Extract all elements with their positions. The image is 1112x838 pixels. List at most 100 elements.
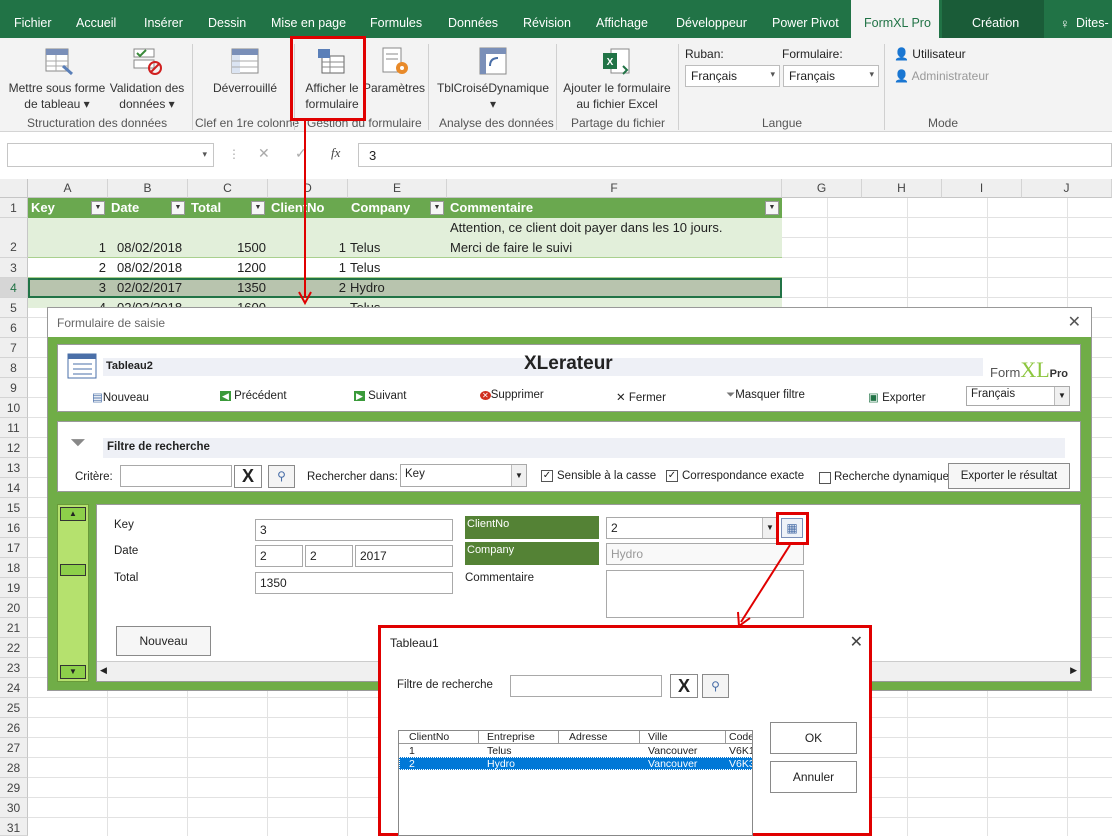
form-language-select[interactable]: Français ▾ — [783, 65, 879, 87]
clear-criteria-button[interactable]: X — [234, 465, 262, 488]
ribbon-language-select[interactable]: Français ▾ — [685, 65, 780, 87]
key-cell[interactable]: 2 — [28, 260, 106, 275]
tab-inserer[interactable]: Insérer — [144, 0, 183, 38]
tab-affichage[interactable]: Affichage — [596, 0, 648, 38]
row-header[interactable]: 5 — [0, 298, 28, 318]
column-header[interactable]: B — [108, 179, 188, 198]
column-header[interactable]: E — [348, 179, 447, 198]
tab-fichier[interactable]: Fichier — [14, 0, 52, 38]
tab-donnees[interactable]: Données — [448, 0, 498, 38]
column-header[interactable]: J — [1022, 179, 1112, 198]
scroll-left-icon[interactable]: ◀ — [100, 665, 107, 676]
tab-power-pivot[interactable]: Power Pivot — [772, 0, 839, 38]
lookup-clear-button[interactable]: X — [670, 674, 698, 698]
tell-me-search[interactable]: Dites- — [1076, 0, 1109, 38]
lookup-column-header[interactable]: ClientNo — [399, 731, 479, 744]
row-header[interactable]: 27 — [0, 738, 28, 758]
tab-formxl-pro[interactable]: FormXL Pro — [851, 0, 939, 38]
row-header[interactable]: 11 — [0, 418, 28, 438]
column-header[interactable]: H — [862, 179, 942, 198]
deverrouille-button[interactable]: Déverrouillé — [205, 80, 285, 96]
row-header[interactable]: 17 — [0, 538, 28, 558]
clientno-cell[interactable]: 1 — [268, 240, 346, 255]
exact-match-checkbox[interactable]: ✓ — [666, 470, 678, 482]
row-header[interactable]: 7 — [0, 338, 28, 358]
record-scrollbar[interactable]: ▲ ▼ — [57, 504, 89, 682]
tab-developpeur[interactable]: Développeur — [676, 0, 747, 38]
confirm-entry-icon[interactable]: ✓ — [295, 145, 307, 162]
format-as-table-button[interactable]: Mettre sous forme de tableau ▾ — [6, 80, 108, 112]
lookup-column-header[interactable]: Code — [726, 731, 752, 744]
column-header[interactable]: G — [782, 179, 862, 198]
clientno-combo[interactable]: 2 ▼ — [606, 517, 778, 539]
lookup-filter-input[interactable] — [510, 675, 662, 697]
row-header[interactable]: 9 — [0, 378, 28, 398]
date-day-input[interactable]: 2 — [255, 545, 303, 567]
date-year-input[interactable]: 2017 — [355, 545, 453, 567]
data-validation-button[interactable]: Validation des données ▾ — [108, 80, 186, 112]
company-cell[interactable]: Telus — [350, 240, 380, 255]
row-header[interactable]: 13 — [0, 458, 28, 478]
column-header[interactable]: C — [188, 179, 268, 198]
total-cell[interactable]: 1350 — [188, 280, 266, 295]
criteria-input[interactable] — [120, 465, 232, 487]
row-header[interactable]: 28 — [0, 758, 28, 778]
name-box[interactable]: ▾ — [7, 143, 214, 167]
filter-dropdown-icon[interactable]: ▼ — [91, 201, 105, 215]
clientno-cell[interactable]: 1 — [268, 260, 346, 275]
row-header[interactable]: 24 — [0, 678, 28, 698]
row-header[interactable]: 18 — [0, 558, 28, 578]
close-icon[interactable]: ✕ — [850, 632, 863, 652]
tab-mise-en-page[interactable]: Mise en page — [271, 0, 346, 38]
scroll-right-icon[interactable]: ▶ — [1070, 665, 1077, 676]
total-cell[interactable]: 1200 — [188, 260, 266, 275]
column-header[interactable]: F — [447, 179, 782, 198]
row-header[interactable]: 10 — [0, 398, 28, 418]
row-header[interactable]: 29 — [0, 778, 28, 798]
row-header[interactable]: 4 — [0, 278, 28, 298]
comment-cell[interactable]: Merci de faire le suivi — [450, 240, 572, 255]
date-cell[interactable]: 08/02/2018 — [117, 260, 182, 275]
clientno-cell[interactable]: 2 — [268, 280, 346, 295]
total-field-input[interactable]: 1350 — [255, 572, 453, 594]
select-all-corner[interactable] — [0, 179, 28, 198]
lookup-row[interactable]: 1 Telus Vancouver V6K1 — [399, 745, 752, 757]
new-record-bottom-button[interactable]: Nouveau — [116, 626, 211, 656]
row-header[interactable]: 20 — [0, 598, 28, 618]
date-month-input[interactable]: 2 — [305, 545, 353, 567]
form-language-dropdown[interactable]: Français ▼ — [966, 386, 1070, 406]
cancel-entry-icon[interactable]: ✕ — [258, 145, 270, 162]
parametres-button[interactable]: Paramètres — [362, 80, 426, 96]
insert-function-icon[interactable]: fx — [331, 145, 340, 161]
close-form-button[interactable]: ✕ Fermer — [616, 390, 666, 404]
next-button[interactable]: ▶ Suivant — [354, 390, 406, 402]
row-header[interactable]: 30 — [0, 798, 28, 818]
scroll-down-icon[interactable]: ▼ — [60, 665, 86, 679]
pivot-table-button[interactable]: TblCroiséDynamique ▾ — [434, 80, 552, 112]
ok-button[interactable]: OK — [770, 722, 857, 754]
filter-dropdown-icon[interactable]: ▼ — [430, 201, 444, 215]
comment-cell[interactable]: Attention, ce client doit payer dans les… — [450, 220, 722, 235]
new-record-button[interactable]: ▤Nouveau — [92, 390, 149, 404]
row-header[interactable]: 12 — [0, 438, 28, 458]
row-header[interactable]: 6 — [0, 318, 28, 338]
case-sensitive-checkbox[interactable]: ✓ — [541, 470, 553, 482]
export-button[interactable]: ▣ Exporter — [868, 390, 926, 404]
row-header[interactable]: 25 — [0, 698, 28, 718]
user-mode-option[interactable]: 👤 Utilisateur — [894, 47, 966, 61]
close-icon[interactable]: ✕ — [1068, 312, 1081, 332]
admin-mode-option[interactable]: 👤 Administrateur — [894, 69, 989, 83]
tab-dessin[interactable]: Dessin — [208, 0, 246, 38]
tab-formules[interactable]: Formules — [370, 0, 422, 38]
key-cell[interactable]: 1 — [28, 240, 106, 255]
dynamic-search-checkbox[interactable] — [819, 472, 831, 484]
search-icon[interactable]: ⚲ — [268, 465, 295, 488]
key-field-input[interactable]: 3 — [255, 519, 453, 541]
scroll-up-icon[interactable]: ▲ — [60, 507, 86, 521]
lookup-column-header[interactable]: Ville — [640, 731, 726, 744]
lookup-row-selected[interactable]: 2 Hydro Vancouver V6K3 — [399, 757, 752, 770]
tab-revision[interactable]: Révision — [523, 0, 571, 38]
date-cell[interactable]: 08/02/2018 — [117, 240, 182, 255]
add-form-to-file-button[interactable]: Ajouter le formulaire au fichier Excel — [558, 80, 676, 112]
row-header[interactable]: 14 — [0, 478, 28, 498]
